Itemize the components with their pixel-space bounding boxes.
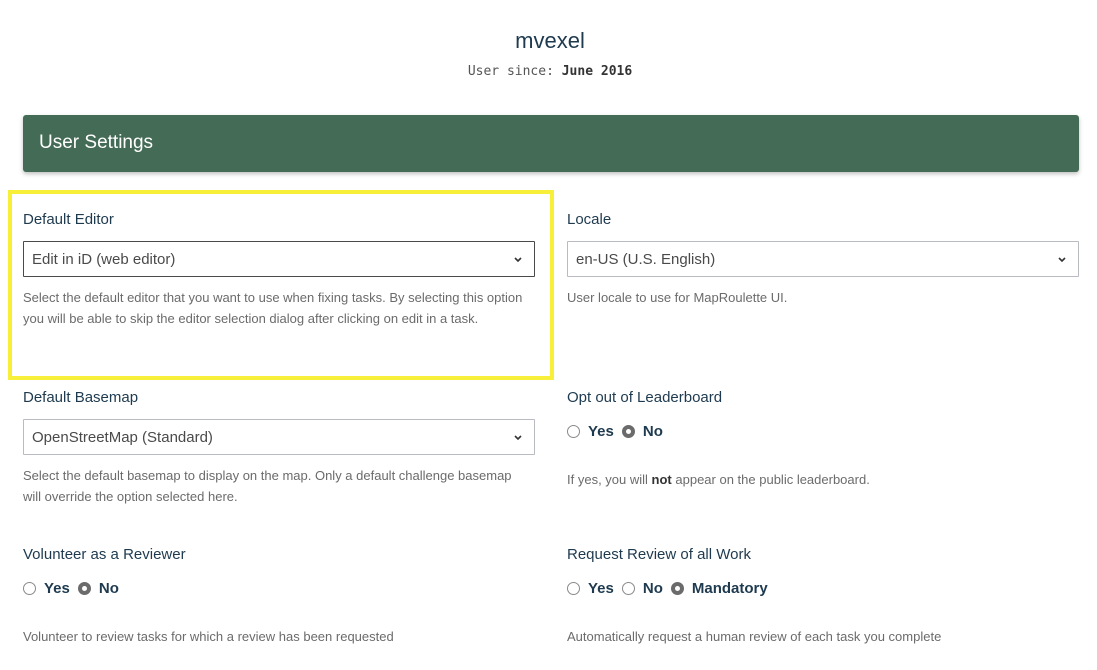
user-since-line: User since: June 2016 <box>0 64 1097 79</box>
leaderboard-no-radio[interactable] <box>621 424 635 438</box>
request-review-label: Request Review of all Work <box>567 546 751 563</box>
reviewer-no-label[interactable]: No <box>99 580 119 597</box>
request-review-yes-label[interactable]: Yes <box>588 580 614 597</box>
user-settings-title: User Settings <box>39 132 154 153</box>
reviewer-help: Volunteer to review tasks for which a re… <box>23 629 394 644</box>
request-review-radio-group: Yes No Mandatory <box>567 578 776 598</box>
leaderboard-help-prefix: If yes, you will <box>567 472 648 487</box>
request-review-yes-radio[interactable] <box>567 581 580 595</box>
locale-value: en-US (U.S. English) <box>576 251 716 268</box>
leaderboard-label: Opt out of Leaderboard <box>567 389 723 406</box>
default-basemap-label: Default Basemap <box>23 389 139 406</box>
locale-label: Locale <box>567 211 612 228</box>
request-review-mandatory-label[interactable]: Mandatory <box>692 580 768 597</box>
user-since-label: User since: <box>467 64 554 79</box>
username-heading: mvexel <box>515 28 585 53</box>
default-editor-value: Edit in iD (web editor) <box>32 251 176 268</box>
reviewer-yes-radio[interactable] <box>23 581 36 595</box>
leaderboard-help: If yes, you will not appear on the publi… <box>567 469 1079 490</box>
leaderboard-radio-group: Yes No <box>567 421 671 441</box>
chevron-down-icon <box>514 435 522 441</box>
locale-select[interactable]: en-US (U.S. English) <box>567 241 1079 277</box>
leaderboard-help-suffix: appear on the public leaderboard. <box>675 472 870 487</box>
user-profile-page: mvexel User since: June 2016 User Settin… <box>0 0 1097 670</box>
default-editor-label: Default Editor <box>23 211 114 228</box>
leaderboard-no-label[interactable]: No <box>643 423 663 440</box>
default-editor-help: Select the default editor that you want … <box>23 290 523 326</box>
reviewer-no-radio[interactable] <box>77 581 91 595</box>
request-review-mandatory-radio[interactable] <box>670 581 684 595</box>
request-review-help: Automatically request a human review of … <box>567 629 942 644</box>
reviewer-radio-group: Yes No <box>23 578 127 598</box>
reviewer-label: Volunteer as a Reviewer <box>23 546 186 563</box>
user-settings-header: User Settings <box>23 115 1079 172</box>
default-editor-select[interactable]: Edit in iD (web editor) <box>23 241 535 277</box>
default-basemap-select[interactable]: OpenStreetMap (Standard) <box>23 419 535 455</box>
chevron-down-icon <box>1058 257 1066 263</box>
default-basemap-help: Select the default basemap to display on… <box>23 468 512 504</box>
leaderboard-help-bold: not <box>651 472 672 487</box>
leaderboard-yes-radio[interactable] <box>567 424 580 438</box>
default-basemap-value: OpenStreetMap (Standard) <box>32 429 213 446</box>
chevron-down-icon <box>514 257 522 263</box>
request-review-no-radio[interactable] <box>621 581 635 595</box>
request-review-no-label[interactable]: No <box>643 580 663 597</box>
user-since-value: June 2016 <box>561 64 633 79</box>
reviewer-yes-label[interactable]: Yes <box>44 580 70 597</box>
locale-help: User locale to use for MapRoulette UI. <box>567 290 788 305</box>
leaderboard-yes-label[interactable]: Yes <box>588 423 614 440</box>
